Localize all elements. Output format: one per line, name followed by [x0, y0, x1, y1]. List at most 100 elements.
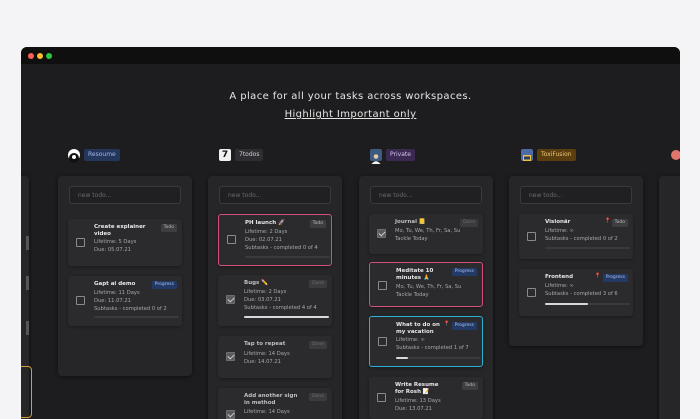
workspace-label: Resoume	[84, 149, 120, 161]
task-card[interactable]: Create explainer video Lifetime: 5 Days …	[68, 219, 182, 266]
subtask-progress-bar	[545, 303, 630, 305]
task-checkbox[interactable]	[377, 393, 386, 402]
task-subtasks: Subtasks - completed 0 of 2	[545, 236, 618, 242]
status-badge: Done	[309, 341, 327, 349]
workspace-panel-private: new todo... Journal 📒 Mo, Tu, We, Th, Fr…	[359, 176, 493, 419]
main-content: A place for all your tasks across worksp…	[21, 64, 680, 419]
progress-fill	[396, 357, 408, 359]
task-checkbox[interactable]	[76, 296, 85, 305]
workspace-label: 7todos	[235, 149, 264, 161]
task-schedule: Mo, Tu, We, Th, Fr, Sa, Su	[395, 228, 461, 234]
task-card[interactable]: Gapt ai demo Lifetime: 11 Days Due: 11.0…	[68, 276, 182, 326]
workspace-panel-7todos: new todo... PH launch 🚀 Lifetime: 2 Days…	[208, 176, 342, 419]
task-title: Gapt ai demo	[94, 281, 136, 287]
task-title: Add another sign in method	[244, 393, 298, 406]
progress-fill	[244, 316, 329, 318]
pin-icon[interactable]: 📍	[605, 218, 611, 224]
task-detail: Lifetime: 2 Days	[244, 289, 287, 295]
task-detail: Tackle Today	[396, 292, 429, 298]
task-checkbox[interactable]	[527, 288, 536, 297]
task-checkbox-checked[interactable]	[226, 295, 235, 304]
app-window: A place for all your tasks across worksp…	[21, 47, 680, 419]
partial-checkbox	[26, 276, 29, 290]
workspace-header-private[interactable]: Private	[370, 149, 415, 164]
task-checkbox[interactable]	[527, 232, 536, 241]
close-window-button[interactable]	[28, 53, 34, 59]
task-detail: Tackle Today	[395, 236, 428, 242]
task-detail: Lifetime: ∞	[545, 283, 574, 289]
task-subtasks: Subtasks - completed 0 of 2	[94, 306, 167, 312]
hero: A place for all your tasks across worksp…	[21, 91, 680, 121]
task-title: Create explainer video	[94, 224, 146, 237]
new-todo-input[interactable]: new todo...	[219, 186, 331, 204]
workspace-panel-resoume: new todo... Create explainer video Lifet…	[58, 176, 192, 376]
status-badge: Progress	[151, 281, 177, 289]
new-todo-input[interactable]: new todo...	[370, 186, 482, 204]
toxifusion-logo-icon	[521, 149, 533, 161]
partial-checkbox	[26, 236, 29, 250]
task-detail: Due: 14.07.21	[244, 359, 281, 365]
task-card[interactable]: Bugs ✏️ Lifetime: 2 Days Due: 03.07.21 S…	[218, 275, 332, 326]
partial-checkbox	[26, 321, 29, 335]
task-detail: Lifetime: 11 Days	[94, 290, 140, 296]
subtask-progress-bar	[94, 316, 179, 318]
task-card[interactable]: Write Resume for Rosh 📝 Lifetime: 13 Day…	[369, 377, 483, 419]
new-todo-input[interactable]: new todo...	[520, 186, 632, 204]
status-badge: Progress	[451, 268, 477, 276]
workspace-header-7todos[interactable]: 7 7todos	[219, 149, 264, 161]
task-checkbox-checked[interactable]	[226, 352, 235, 361]
task-detail: Lifetime: 2 Days	[245, 229, 288, 235]
highlight-important-link[interactable]: Highlight Important only	[285, 109, 417, 120]
progress-fill	[545, 303, 588, 305]
status-badge: Todo	[611, 219, 628, 227]
task-card-selected[interactable]: What to do on my vacation Lifetime: ∞ Su…	[369, 316, 483, 367]
task-subtasks: Subtasks - completed 1 of 7	[396, 345, 469, 351]
partial-workspace-avatar[interactable]	[671, 150, 680, 160]
task-card-important[interactable]: Meditate 10 minutes 🙏 Mo, Tu, We, Th, Fr…	[369, 262, 483, 307]
task-title: Frontend	[545, 274, 574, 280]
task-card[interactable]: Journal 📒 Mo, Tu, We, Th, Fr, Sa, Su Tac…	[369, 214, 483, 254]
task-detail: Due: 05.07.21	[94, 247, 131, 253]
github-avatar-icon	[68, 149, 80, 163]
status-badge: Progress	[451, 322, 477, 330]
task-title: Tap to repeat	[244, 341, 286, 347]
task-checkbox[interactable]	[227, 235, 236, 244]
task-detail: Due: 13.07.21	[395, 406, 432, 412]
hero-title: A place for all your tasks across worksp…	[229, 91, 472, 102]
task-card[interactable]: Frontend Lifetime: ∞ Subtasks - complete…	[519, 269, 633, 316]
task-subtasks: Subtasks - completed 0 of 4	[245, 245, 318, 251]
pin-icon[interactable]: 📍	[595, 273, 601, 279]
task-title: What to do on my vacation	[396, 322, 440, 335]
new-todo-input[interactable]: new todo...	[69, 186, 181, 204]
task-checkbox[interactable]	[378, 337, 387, 346]
workspace-header-toxifusion[interactable]: ToxiFusion	[521, 149, 576, 161]
task-detail: Due: 11.07.21	[94, 298, 131, 304]
subtask-progress-bar	[244, 316, 329, 318]
partial-highlighted-card[interactable]	[21, 366, 32, 418]
pin-icon[interactable]: 📍	[444, 321, 450, 327]
workspace-label: ToxiFusion	[537, 149, 576, 161]
task-checkbox-checked[interactable]	[377, 229, 386, 238]
task-card[interactable]: Add another sign in method Lifetime: 14 …	[218, 388, 332, 419]
task-checkbox-checked[interactable]	[226, 410, 235, 419]
task-title: Write Resume for Rosh 📝	[395, 382, 439, 395]
task-card-important[interactable]: PH launch 🚀 Lifetime: 2 Days Due: 02.07.…	[218, 214, 332, 266]
task-title: PH launch 🚀	[245, 220, 285, 226]
task-checkbox[interactable]	[378, 281, 387, 290]
task-checkbox[interactable]	[76, 238, 85, 247]
task-title: Bugs ✏️	[244, 280, 269, 286]
status-badge: Done	[460, 219, 478, 227]
minimize-window-button[interactable]	[37, 53, 43, 59]
task-title: Visionär	[545, 219, 571, 225]
status-badge: Done	[309, 393, 327, 401]
task-card[interactable]: Visionär Lifetime: ∞ Subtasks - complete…	[519, 214, 633, 259]
maximize-window-button[interactable]	[46, 53, 52, 59]
task-detail: Lifetime: 14 Days	[244, 351, 290, 357]
task-detail: Lifetime: ∞	[396, 337, 425, 343]
task-subtasks: Subtasks - completed 4 of 4	[244, 305, 317, 311]
workspace-header-resoume[interactable]: Resoume	[68, 149, 120, 163]
task-title: Meditate 10 minutes 🙏	[396, 268, 434, 281]
task-card[interactable]: Tap to repeat Lifetime: 14 Days Due: 14.…	[218, 336, 332, 378]
task-detail: Lifetime: 14 Days	[244, 409, 290, 415]
status-badge: Todo	[309, 220, 326, 228]
